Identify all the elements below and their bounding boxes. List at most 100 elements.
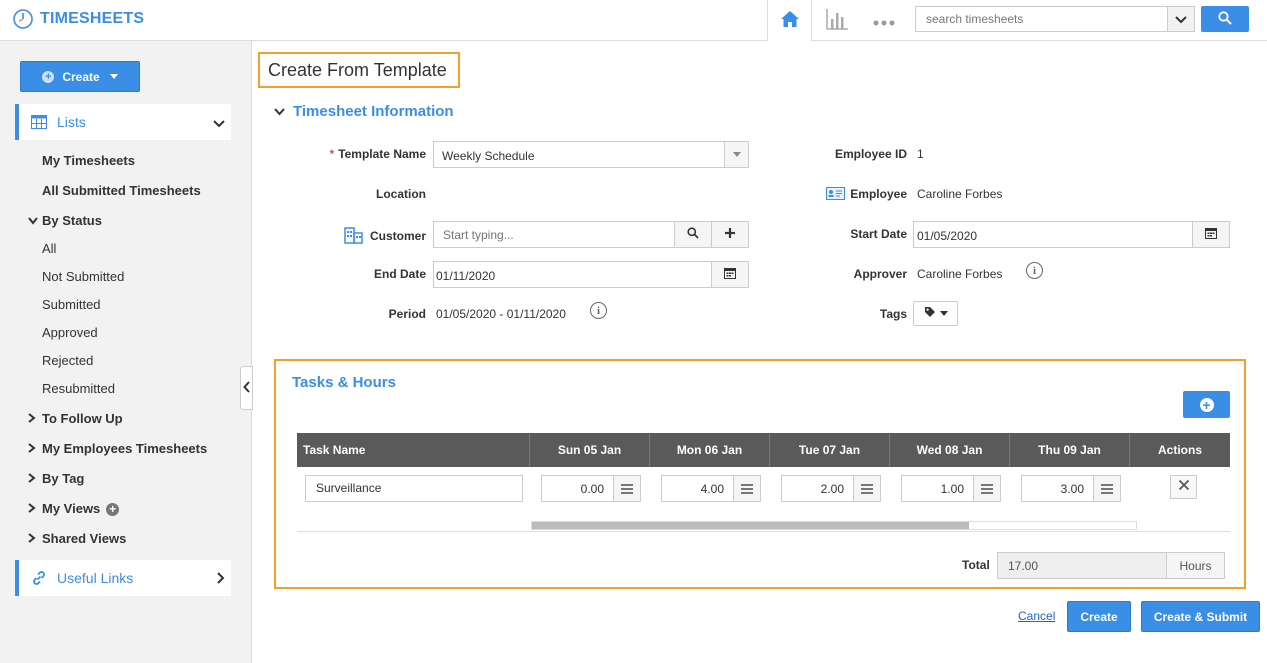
app-logo[interactable]: TIMESHEETS (12, 8, 144, 30)
timesheet-info-section-header[interactable]: Timesheet Information (274, 103, 454, 120)
search-filter-dropdown[interactable] (1167, 7, 1194, 31)
customer-add-button[interactable] (711, 222, 748, 247)
sidebar-item-resubmitted[interactable]: Resubmitted (42, 381, 115, 396)
add-task-row-button[interactable]: + (1183, 391, 1230, 418)
calendar-grid-icon (31, 114, 47, 130)
menu-icon[interactable] (1093, 476, 1120, 501)
sidebar-item-to-follow-up[interactable]: To Follow Up (28, 411, 123, 426)
menu-icon[interactable] (613, 476, 640, 501)
plus-circle-icon: + (1199, 397, 1214, 412)
search-button[interactable] (1201, 6, 1249, 32)
scrollbar-thumb[interactable] (532, 522, 969, 529)
chevron-right-icon (28, 471, 38, 486)
sidebar-item-submitted[interactable]: Submitted (42, 297, 101, 312)
approver-value: Caroline Forbes (917, 267, 1003, 281)
sidebar-item-my-timesheets[interactable]: My Timesheets (42, 153, 135, 168)
hours-input-tue[interactable]: 2.00 (781, 475, 881, 502)
employee-id-value: 1 (917, 147, 924, 161)
more-nav-button[interactable] (868, 10, 900, 30)
sidebar-item-by-status[interactable]: By Status (28, 213, 102, 228)
menu-icon[interactable] (973, 476, 1000, 501)
info-icon[interactable]: i (1026, 262, 1043, 279)
sidebar-item-my-views[interactable]: My Views + (28, 501, 120, 517)
start-date-calendar-button[interactable] (1192, 222, 1229, 247)
customer-field (433, 221, 749, 248)
template-name-label: * Template Name (329, 147, 426, 161)
plus-circle-icon: + (42, 70, 55, 83)
sidebar-item-label: By Tag (42, 471, 85, 486)
sidebar-item-by-tag[interactable]: By Tag (28, 471, 84, 486)
task-name-input[interactable]: Surveillance (305, 475, 523, 502)
customer-label: Customer (300, 227, 426, 247)
menu-icon[interactable] (733, 476, 760, 501)
sidebar-collapse-toggle[interactable] (240, 366, 253, 410)
sidebar-item-shared-views[interactable]: Shared Views (28, 531, 126, 546)
search-input[interactable] (916, 7, 1168, 31)
tags-label: Tags (879, 307, 907, 321)
id-card-icon (826, 187, 846, 203)
end-date-calendar-button[interactable] (711, 262, 748, 287)
total-field: 17.00 Hours (997, 552, 1225, 579)
chevron-down-icon (28, 213, 38, 228)
chevron-down-icon (1175, 12, 1187, 27)
end-date-label: End Date (373, 267, 426, 281)
customer-input[interactable] (434, 222, 674, 247)
caret-down-icon (939, 311, 948, 316)
horizontal-scrollbar[interactable] (531, 521, 1137, 530)
end-date-value: 01/11/2020 (436, 269, 496, 283)
create-submit-form-button[interactable]: Create (1067, 601, 1131, 632)
section-title: Timesheet Information (293, 103, 454, 120)
add-view-icon[interactable]: + (106, 503, 120, 517)
start-date-label: Start Date (850, 227, 907, 241)
calendar-icon (1205, 227, 1217, 242)
reports-nav-button[interactable] (822, 6, 852, 34)
lists-label: Lists (57, 114, 86, 130)
period-value: 01/05/2020 - 01/11/2020 (436, 307, 566, 321)
sidebar-item-not-submitted[interactable]: Not Submitted (42, 269, 124, 284)
tasks-section-title: Tasks & Hours (292, 374, 396, 391)
caret-down-icon (109, 74, 118, 79)
cancel-link[interactable]: Cancel (1018, 609, 1055, 623)
tasks-table-header: Task Name Sun 05 Jan Mon 06 Jan Tue 07 J… (297, 433, 1230, 467)
employee-value: Caroline Forbes (917, 187, 1003, 201)
chevron-right-icon (28, 441, 38, 456)
info-icon[interactable]: i (590, 302, 607, 319)
sidebar-item-my-employees[interactable]: My Employees Timesheets (28, 441, 207, 456)
hours-input-mon[interactable]: 4.00 (661, 475, 761, 502)
total-label: Total (962, 558, 990, 572)
plus-icon (724, 227, 736, 242)
create-button[interactable]: + Create (20, 61, 140, 92)
button-label: Create & Submit (1153, 609, 1248, 624)
sidebar-item-label: To Follow Up (42, 411, 123, 426)
end-date-field[interactable]: 01/11/2020 (433, 261, 749, 288)
sidebar-item-rejected[interactable]: Rejected (42, 353, 93, 368)
approver-label: Approver (853, 267, 907, 281)
customer-search-button[interactable] (674, 222, 711, 247)
hours-input-thu[interactable]: 3.00 (1021, 475, 1121, 502)
lists-panel-header[interactable]: Lists (15, 104, 231, 140)
start-date-field[interactable]: 01/05/2020 (913, 221, 1230, 248)
building-icon (344, 227, 364, 247)
hours-value: 4.00 (700, 482, 724, 496)
create-and-submit-button[interactable]: Create & Submit (1141, 601, 1260, 632)
delete-row-button[interactable] (1170, 475, 1197, 499)
template-name-select[interactable]: Weekly Schedule (433, 141, 749, 168)
home-nav-button[interactable] (767, 0, 812, 41)
search-icon (1218, 10, 1232, 28)
menu-icon[interactable] (853, 476, 880, 501)
sidebar-item-all[interactable]: All (42, 241, 56, 256)
top-bar: TIMESHEETS (0, 0, 1267, 41)
sidebar-item-all-submitted[interactable]: All Submitted Timesheets (42, 183, 201, 198)
link-icon (31, 570, 47, 586)
total-unit: Hours (1166, 553, 1224, 578)
sidebar-item-approved[interactable]: Approved (42, 325, 98, 340)
hours-input-wed[interactable]: 1.00 (901, 475, 1001, 502)
useful-links-panel-header[interactable]: Useful Links (15, 560, 231, 596)
page-title: Create From Template (258, 52, 460, 88)
tags-dropdown-button[interactable] (913, 301, 958, 326)
hours-input-sun[interactable]: 0.00 (541, 475, 641, 502)
employee-id-label: Employee ID (834, 147, 907, 161)
column-header: Tue 07 Jan (770, 433, 890, 467)
sidebar-item-label: Shared Views (42, 531, 127, 546)
caret-down-icon (724, 142, 748, 167)
